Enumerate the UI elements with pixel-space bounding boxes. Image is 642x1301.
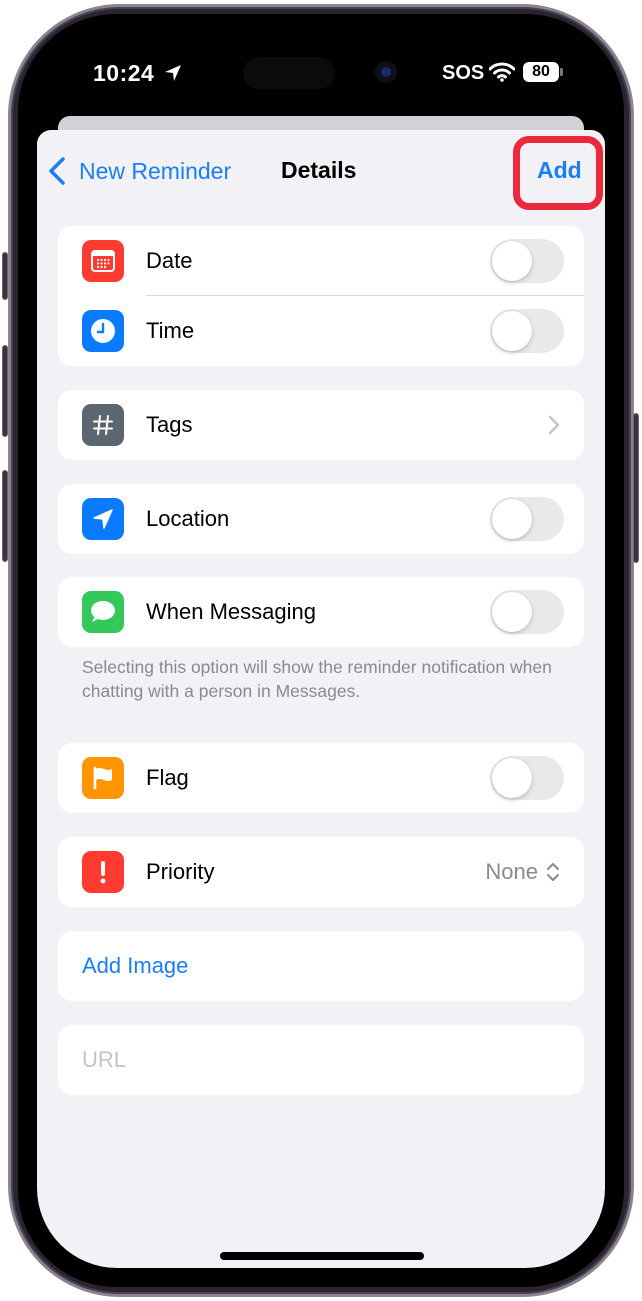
toggle-knob <box>492 758 532 798</box>
tags-label: Tags <box>146 412 193 437</box>
chevron-left-icon <box>49 157 65 185</box>
clock-icon <box>82 310 124 352</box>
priority-label: Priority <box>146 859 215 884</box>
url-group <box>58 1025 584 1095</box>
toggle-knob <box>492 499 532 539</box>
back-button-label: New Reminder <box>79 157 232 184</box>
volume-down-button <box>2 470 8 562</box>
location-row: Location <box>58 484 584 554</box>
status-bar: 10:24 SOS 80 <box>37 33 605 113</box>
tags-row[interactable]: Tags <box>58 390 584 460</box>
location-group: Location <box>58 484 584 554</box>
priority-row[interactable]: Priority None <box>58 837 584 907</box>
time-label: Time <box>146 318 195 343</box>
chevron-right-icon <box>548 415 560 435</box>
flag-group: Flag <box>58 743 584 813</box>
dynamic-island <box>243 57 335 89</box>
location-label: Location <box>146 506 230 531</box>
messaging-row: When Messaging <box>58 577 584 647</box>
chevron-up-down-icon <box>547 863 559 881</box>
date-label: Date <box>146 248 193 273</box>
date-time-group: Date Time <box>58 226 584 366</box>
toggle-knob <box>492 241 532 281</box>
priority-group[interactable]: Priority None <box>58 837 584 907</box>
back-button[interactable]: New Reminder <box>47 156 231 186</box>
calendar-icon <box>82 240 124 282</box>
volume-up-button <box>2 345 8 437</box>
flag-toggle[interactable] <box>490 756 564 800</box>
tags-group[interactable]: Tags <box>58 390 584 460</box>
screen: 10:24 SOS 80 New Reminder Details Add Da… <box>37 33 605 1268</box>
details-sheet: New Reminder Details Add Date Time Tags … <box>37 130 605 1268</box>
messaging-label: When Messaging <box>146 599 316 624</box>
time-row: Time <box>58 296 584 366</box>
wifi-icon <box>489 62 515 82</box>
home-indicator[interactable] <box>220 1252 424 1260</box>
location-arrow-icon <box>82 498 124 540</box>
add-image-button[interactable]: Add Image <box>82 953 188 979</box>
toggle-knob <box>492 311 532 351</box>
nav-bar: New Reminder Details Add <box>37 130 605 216</box>
toggle-knob <box>492 592 532 632</box>
add-image-group[interactable]: Add Image <box>58 931 584 1001</box>
battery-indicator: 80 <box>523 62 559 82</box>
messaging-footnote: Selecting this option will show the remi… <box>82 657 552 701</box>
flag-label: Flag <box>146 765 189 790</box>
front-camera <box>375 61 397 83</box>
location-arrow-icon <box>165 65 181 81</box>
flag-icon <box>82 757 124 799</box>
date-toggle[interactable] <box>490 239 564 283</box>
status-time: 10:24 <box>93 60 155 86</box>
messaging-group: When Messaging <box>58 577 584 647</box>
flag-row: Flag <box>58 743 584 813</box>
add-image-row[interactable]: Add Image <box>58 931 584 1001</box>
carrier-sos: SOS <box>442 62 485 84</box>
date-row: Date <box>58 226 584 296</box>
time-toggle[interactable] <box>490 309 564 353</box>
priority-value[interactable]: None <box>485 859 538 885</box>
action-button <box>2 252 8 300</box>
power-button <box>633 413 639 563</box>
messaging-toggle[interactable] <box>490 590 564 634</box>
message-bubble-icon <box>82 591 124 633</box>
hashtag-icon <box>82 404 124 446</box>
battery-nub <box>560 68 563 76</box>
url-input[interactable] <box>82 1025 562 1095</box>
page-title: Details <box>281 157 357 183</box>
location-toggle[interactable] <box>490 497 564 541</box>
exclamation-icon <box>82 851 124 893</box>
add-button[interactable]: Add <box>537 157 582 184</box>
